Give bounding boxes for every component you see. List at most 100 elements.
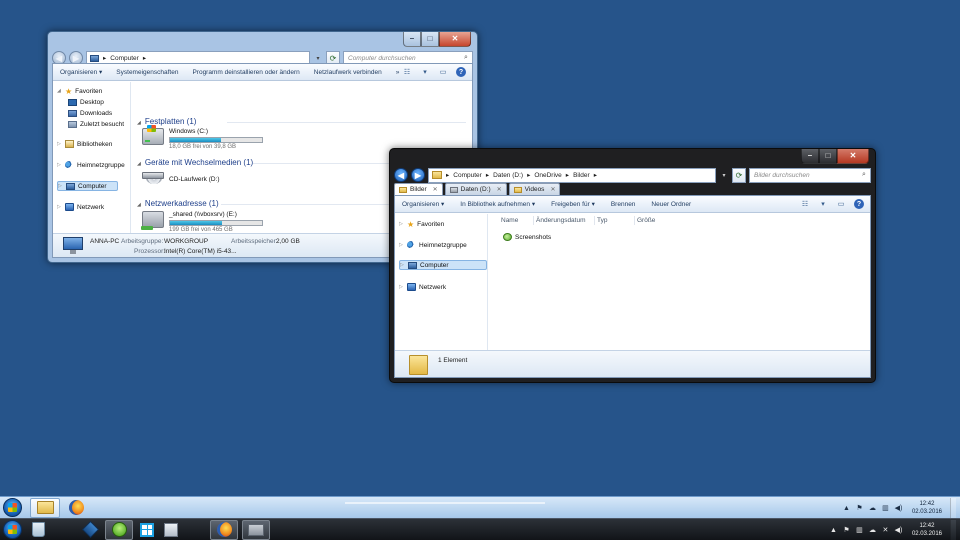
taskbar-firefox[interactable] bbox=[210, 519, 238, 540]
tab-videos[interactable]: Videos ✕ bbox=[508, 183, 561, 195]
address-segment[interactable]: Computer bbox=[110, 55, 139, 62]
taskbar-vm-win8[interactable] bbox=[137, 520, 157, 540]
help-icon[interactable]: ? bbox=[456, 67, 466, 77]
preview-pane-icon[interactable]: ▭ bbox=[438, 67, 448, 77]
organize-button[interactable]: Organisieren ▾ bbox=[402, 200, 444, 208]
address-segment-computer[interactable]: Computer bbox=[453, 172, 482, 179]
back-button[interactable]: ◀ bbox=[394, 168, 408, 182]
clock[interactable]: 12:42 02.03.2016 bbox=[912, 500, 942, 516]
volume-icon[interactable]: ◀) bbox=[894, 504, 903, 513]
taskbar-window-app[interactable] bbox=[161, 520, 181, 540]
uninstall-program-button[interactable]: Programm deinstallieren oder ändern bbox=[192, 69, 299, 76]
maximize-button[interactable]: □ bbox=[421, 32, 439, 47]
flag-icon[interactable]: ⚑ bbox=[855, 504, 864, 513]
map-network-drive-button[interactable]: Netzlaufwerk verbinden bbox=[314, 69, 382, 76]
taskbar-vm-winxp[interactable] bbox=[105, 519, 133, 540]
expand-icon[interactable]: ▷ bbox=[57, 162, 62, 168]
taskbar-explorer[interactable] bbox=[30, 497, 60, 518]
onedrive-icon[interactable]: ☁ bbox=[868, 504, 877, 513]
minimize-button[interactable]: – bbox=[403, 32, 421, 47]
nav-bibliotheken[interactable]: ▷ Bibliotheken bbox=[57, 139, 112, 149]
expand-icon[interactable]: ▷ bbox=[399, 221, 404, 227]
more-commands-button[interactable]: » bbox=[396, 69, 400, 76]
column-header-date[interactable]: Änderungsdatum bbox=[536, 217, 586, 224]
address-sep[interactable]: ▸ bbox=[486, 171, 489, 179]
onedrive-icon[interactable]: ☁ bbox=[868, 526, 877, 535]
tab-daten[interactable]: Daten (D:) ✕ bbox=[444, 183, 507, 195]
maximize-button[interactable]: □ bbox=[819, 149, 837, 164]
taskbar-recycle-bin[interactable] bbox=[28, 520, 48, 540]
nav-favoriten[interactable]: ▷ ★ Favoriten bbox=[399, 219, 444, 229]
drive-d[interactable]: CD-Laufwerk (D:) bbox=[142, 172, 220, 190]
collapse-icon[interactable]: ◢ bbox=[137, 202, 141, 208]
address-segment-onedrive[interactable]: OneDrive bbox=[534, 172, 561, 179]
address-sep[interactable]: ▸ bbox=[143, 54, 146, 62]
nav-downloads[interactable]: Downloads bbox=[68, 108, 112, 118]
drive-c[interactable]: Windows (C:) 18,0 GB frei von 39,8 GB bbox=[142, 125, 263, 150]
close-tab-icon[interactable]: ✕ bbox=[433, 186, 438, 193]
column-divider[interactable] bbox=[533, 216, 534, 225]
address-dropdown-icon[interactable]: ▾ bbox=[719, 168, 729, 183]
column-divider[interactable] bbox=[634, 216, 635, 225]
network-icon[interactable]: ▥ bbox=[881, 504, 890, 513]
nav-computer[interactable]: ▷ Computer bbox=[399, 260, 487, 270]
clock[interactable]: 12:42 02.03.2016 bbox=[912, 522, 942, 538]
drive-e[interactable]: _shared (\\vboxsrv) (E:) 199 GB frei von… bbox=[141, 211, 263, 233]
tab-bilder[interactable]: Bilder ✕ bbox=[394, 183, 443, 195]
list-item[interactable]: Screenshots bbox=[503, 233, 551, 241]
help-icon[interactable]: ? bbox=[854, 199, 864, 209]
column-divider[interactable] bbox=[594, 216, 595, 225]
flag-error-icon[interactable]: ✕ bbox=[881, 526, 890, 535]
nav-netzwerk[interactable]: ▷ Netzwerk bbox=[57, 202, 104, 212]
system-properties-button[interactable]: Systemeigenschaften bbox=[116, 69, 178, 76]
expand-icon[interactable]: ▷ bbox=[399, 284, 404, 290]
organize-button[interactable]: Organisieren ▾ bbox=[60, 68, 102, 76]
taskbar-explorer[interactable] bbox=[242, 519, 270, 540]
start-button[interactable] bbox=[3, 498, 22, 517]
nav-netzwerk[interactable]: ▷ Netzwerk bbox=[399, 282, 446, 292]
flag-icon[interactable]: ⚑ bbox=[842, 526, 851, 535]
minimize-button[interactable]: – bbox=[801, 149, 819, 164]
new-folder-button[interactable]: Neuer Ordner bbox=[651, 201, 691, 208]
address-segment-daten[interactable]: Daten (D:) bbox=[493, 172, 523, 179]
expand-icon[interactable]: ▷ bbox=[399, 242, 404, 248]
start-button[interactable] bbox=[3, 520, 22, 539]
search-input[interactable]: Bilder durchsuchen ⌕ bbox=[749, 167, 871, 183]
close-button[interactable]: ✕ bbox=[837, 149, 869, 164]
expand-icon[interactable]: ▷ bbox=[58, 183, 63, 189]
show-desktop-button[interactable] bbox=[950, 498, 956, 518]
nav-computer[interactable]: ▷ Computer bbox=[57, 181, 118, 191]
group-header-wechselmedien[interactable]: ◢ Geräte mit Wechselmedien (1) bbox=[137, 158, 253, 167]
address-sep[interactable]: ▸ bbox=[566, 171, 569, 179]
address-sep[interactable]: ▸ bbox=[527, 171, 530, 179]
nav-desktop[interactable]: Desktop bbox=[68, 97, 104, 107]
network-icon[interactable]: ▥ bbox=[855, 526, 864, 535]
volume-icon[interactable]: ◀) bbox=[894, 526, 903, 535]
refresh-button[interactable]: ⟳ bbox=[732, 167, 746, 183]
address-sep[interactable]: ▸ bbox=[594, 171, 597, 179]
column-header-type[interactable]: Typ bbox=[597, 217, 607, 224]
close-tab-icon[interactable]: ✕ bbox=[497, 186, 502, 193]
collapse-icon[interactable]: ◢ bbox=[137, 120, 141, 126]
show-hidden-icons-icon[interactable]: ▲ bbox=[842, 504, 851, 513]
nav-heimnetzgruppe[interactable]: ▷ Heimnetzgruppe bbox=[399, 240, 467, 250]
address-bar[interactable]: ▸ Computer ▸ Daten (D:) ▸ OneDrive ▸ Bil… bbox=[428, 167, 716, 183]
group-header-festplatten[interactable]: ◢ Festplatten (1) bbox=[137, 117, 196, 126]
collapse-icon[interactable]: ◢ bbox=[137, 161, 141, 167]
expand-icon[interactable]: ▷ bbox=[57, 141, 62, 147]
search-icon[interactable]: ⌕ bbox=[460, 54, 472, 62]
show-hidden-icons-icon[interactable]: ▲ bbox=[829, 526, 838, 535]
burn-button[interactable]: Brennen bbox=[611, 201, 636, 208]
nav-favoriten[interactable]: ◢ ★ Favoriten bbox=[57, 86, 102, 96]
view-options-icon[interactable]: ☷ bbox=[402, 67, 412, 77]
include-in-library-button[interactable]: In Bibliothek aufnehmen ▾ bbox=[460, 200, 535, 208]
group-header-netzwerkadresse[interactable]: ◢ Netzwerkadresse (1) bbox=[137, 199, 219, 208]
expand-icon[interactable]: ▷ bbox=[400, 262, 405, 268]
taskbar-virtualbox[interactable] bbox=[80, 520, 100, 540]
address-segment-bilder[interactable]: Bilder bbox=[573, 172, 590, 179]
expand-icon[interactable]: ▷ bbox=[57, 204, 62, 210]
close-tab-icon[interactable]: ✕ bbox=[550, 186, 555, 193]
forward-button[interactable]: ▶ bbox=[411, 168, 425, 182]
nav-recent[interactable]: Zuletzt besucht bbox=[68, 119, 124, 129]
close-button[interactable]: ✕ bbox=[439, 32, 471, 47]
